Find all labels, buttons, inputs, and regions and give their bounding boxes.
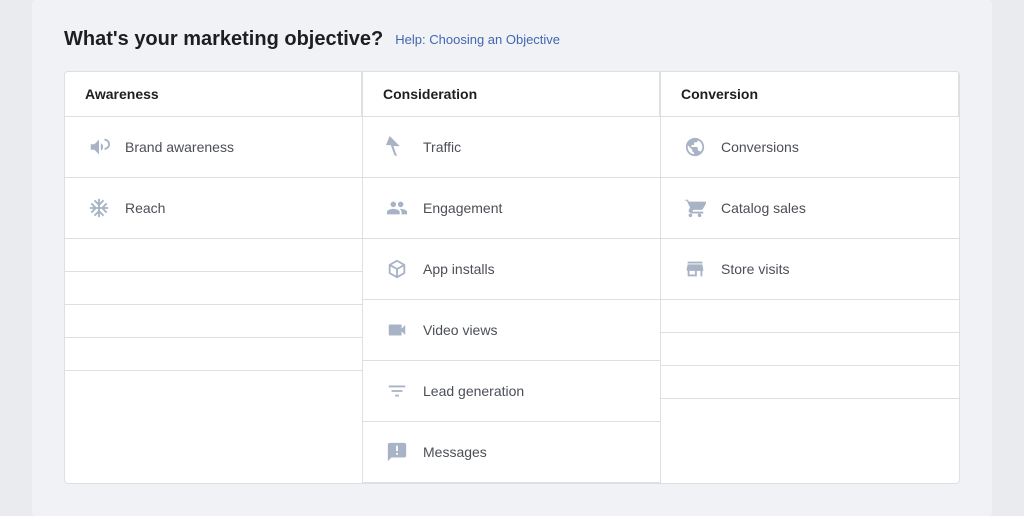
- globe-icon: [681, 133, 709, 161]
- objective-label-traffic: Traffic: [423, 139, 461, 155]
- column-header-consideration: Consideration: [363, 72, 660, 117]
- column-awareness: Awareness Brand awareness Reach: [65, 72, 363, 483]
- objective-reach[interactable]: Reach: [65, 178, 362, 239]
- objective-conversions[interactable]: Conversions: [661, 117, 959, 178]
- page-header: What's your marketing objective? Help: C…: [64, 28, 960, 51]
- megaphone-icon: [85, 133, 113, 161]
- empty-cell-conversion-0: [661, 300, 959, 333]
- box-icon: [383, 255, 411, 283]
- objective-traffic[interactable]: Traffic: [363, 117, 660, 178]
- people-icon: [383, 194, 411, 222]
- objective-engagement[interactable]: Engagement: [363, 178, 660, 239]
- page-title: What's your marketing objective?: [64, 28, 383, 51]
- objective-video-views[interactable]: Video views: [363, 300, 660, 361]
- video-icon: [383, 316, 411, 344]
- objective-brand-awareness[interactable]: Brand awareness: [65, 117, 362, 178]
- objective-store-visits[interactable]: Store visits: [661, 239, 959, 300]
- store-icon: [681, 255, 709, 283]
- help-link[interactable]: Help: Choosing an Objective: [395, 32, 560, 47]
- objective-label-lead-generation: Lead generation: [423, 383, 524, 399]
- objective-label-app-installs: App installs: [423, 261, 495, 277]
- empty-cell-awareness-3: [65, 338, 362, 371]
- objective-label-reach: Reach: [125, 200, 165, 216]
- objective-label-messages: Messages: [423, 444, 487, 460]
- snowflake-icon: [85, 194, 113, 222]
- column-consideration: Consideration Traffic Engagement App instal…: [363, 72, 661, 483]
- objective-label-conversions: Conversions: [721, 139, 799, 155]
- cursor-icon: [383, 133, 411, 161]
- column-header-conversion: Conversion: [661, 72, 959, 117]
- objective-lead-generation[interactable]: Lead generation: [363, 361, 660, 422]
- empty-cell-conversion-2: [661, 366, 959, 399]
- objective-label-catalog-sales: Catalog sales: [721, 200, 806, 216]
- empty-cell-conversion-1: [661, 333, 959, 366]
- speech-icon: [383, 438, 411, 466]
- objective-catalog-sales[interactable]: Catalog sales: [661, 178, 959, 239]
- objective-label-video-views: Video views: [423, 322, 497, 338]
- objective-label-brand-awareness: Brand awareness: [125, 139, 234, 155]
- objective-messages[interactable]: Messages: [363, 422, 660, 483]
- empty-cell-awareness-2: [65, 305, 362, 338]
- main-container: What's your marketing objective? Help: C…: [32, 0, 992, 516]
- objective-label-store-visits: Store visits: [721, 261, 789, 277]
- objective-table: Awareness Brand awareness Reach Considerati…: [64, 71, 960, 484]
- objective-label-engagement: Engagement: [423, 200, 502, 216]
- funnel-icon: [383, 377, 411, 405]
- column-conversion: Conversion Conversions Catalog sales Store …: [661, 72, 959, 483]
- column-header-awareness: Awareness: [65, 72, 362, 117]
- empty-cell-awareness-0: [65, 239, 362, 272]
- objective-app-installs[interactable]: App installs: [363, 239, 660, 300]
- cart-icon: [681, 194, 709, 222]
- empty-cell-awareness-1: [65, 272, 362, 305]
